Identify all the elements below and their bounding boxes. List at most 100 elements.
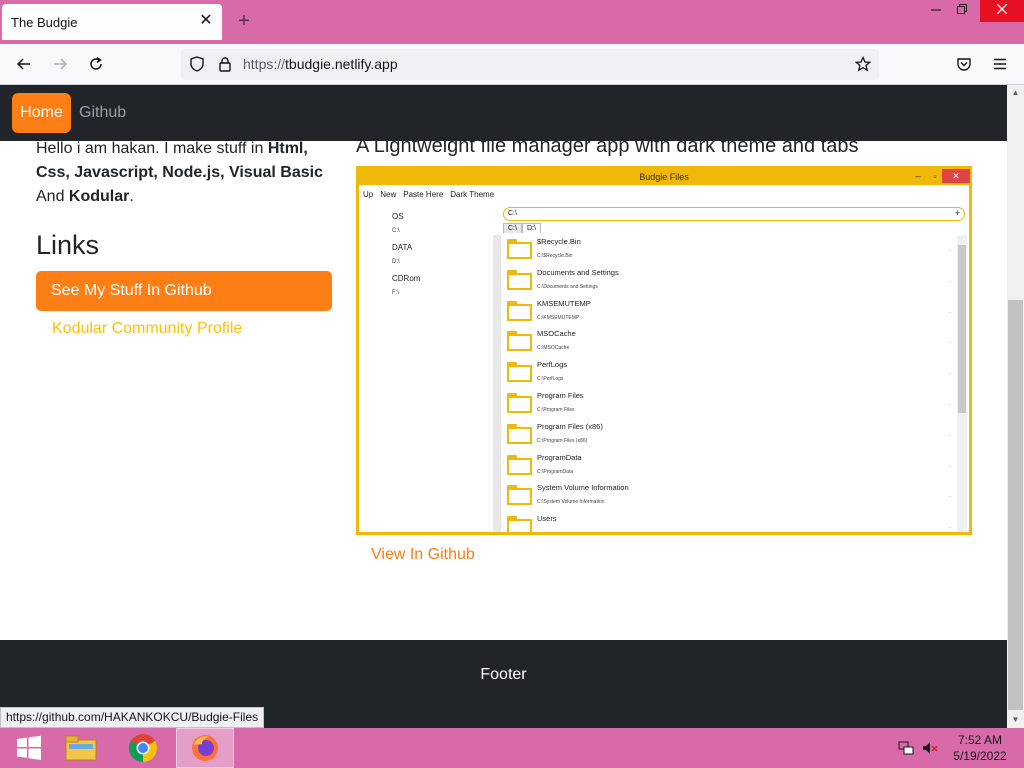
app-tab: C:\: [503, 223, 522, 233]
file-path: C:\Program Files: [537, 406, 575, 413]
app-menu-item: New: [380, 190, 397, 199]
hamburger-menu-icon[interactable]: [988, 52, 1012, 76]
app-file-list: $Recycle.Bin C:\$Recycle.Bin. Documents an…: [493, 235, 963, 532]
new-tab-button[interactable]: +: [233, 10, 255, 32]
file-more-icon: .: [949, 430, 951, 438]
intro-kodular: Kodular: [68, 188, 130, 205]
app-path-field: C:\ +: [503, 207, 965, 221]
kodular-profile-link[interactable]: Kodular Community Profile: [52, 320, 242, 338]
file-name: Program Files: [537, 390, 584, 400]
lock-icon[interactable]: [213, 52, 237, 76]
intro-line: Hello i am hakan. I make stuff in: [36, 140, 268, 157]
start-button[interactable]: [0, 728, 58, 768]
pocket-icon[interactable]: [952, 52, 976, 76]
reload-icon[interactable]: [84, 52, 108, 76]
app-scroll-thumb: [958, 245, 966, 413]
file-more-icon: .: [949, 369, 951, 377]
app-menu-item: Dark Theme: [450, 190, 495, 199]
url-text[interactable]: https://tbudgie.netlify.app: [243, 56, 398, 72]
browser-nav-bar: https://tbudgie.netlify.app: [0, 44, 1024, 85]
page-scrollbar[interactable]: ▲ ▼: [1007, 85, 1024, 728]
nav-github-link[interactable]: Github: [79, 93, 126, 133]
intro-period: .: [129, 188, 134, 205]
file-path: C:\System Volume Information: [537, 499, 605, 506]
url-host: tbudgie.netlify.app: [285, 56, 398, 72]
see-github-button[interactable]: See My Stuff In Github: [36, 271, 332, 311]
file-name: KMSEMUTEMP: [537, 298, 591, 308]
web-page: Home Github Hello i am hakan. I make stu…: [0, 85, 1007, 728]
browser-title-bar: The Budgie ✕ +: [0, 0, 1024, 44]
folder-icon: [507, 392, 532, 413]
restore-window-button[interactable]: [946, 0, 978, 22]
file-path: C:\$Recycle.Bin: [537, 253, 573, 259]
folder-icon: [507, 362, 532, 383]
tab-title: The Budgie: [11, 14, 78, 30]
folder-icon: [507, 454, 532, 475]
system-clock[interactable]: 7:52 AM 5/19/2022: [948, 732, 1012, 764]
app-drive-list: OS C:\ DATA D:\ CDRom F:\: [392, 209, 420, 301]
file-more-icon: .: [949, 276, 951, 284]
scrollbar-thumb[interactable]: [1008, 300, 1023, 710]
file-more-icon: .: [949, 399, 951, 407]
firefox-taskbar-icon[interactable]: [176, 728, 234, 768]
forward-arrow-icon[interactable]: [48, 52, 72, 76]
scroll-down-arrow-icon[interactable]: ▼: [1007, 712, 1024, 728]
app-menu-bar: Up New Paste Here Dark Theme: [363, 190, 501, 199]
file-explorer-taskbar-icon[interactable]: [52, 728, 110, 768]
project-title: A Lightweight file manager app with dark…: [356, 135, 859, 157]
nav-home-link[interactable]: Home: [12, 93, 71, 133]
app-window-title: Budgie Files: [359, 169, 969, 185]
view-in-github-link[interactable]: View In Github: [371, 546, 475, 564]
file-path: C:\Documents and Settings: [537, 283, 598, 290]
app-menu-item: Paste Here: [403, 190, 444, 199]
link-status-bar: https://github.com/HAKANKOKCU/Budgie-Fil…: [0, 707, 265, 728]
drive-path: C:\: [392, 228, 400, 235]
url-bar[interactable]: https://tbudgie.netlify.app: [181, 49, 879, 80]
folder-icon: [507, 423, 532, 444]
file-path: C:\MSOCache: [537, 345, 570, 352]
folder-icon: [507, 516, 532, 532]
links-heading: Links: [36, 230, 100, 260]
drive-path: F:\: [392, 290, 399, 297]
app-menu-item: Up: [363, 190, 374, 199]
browser-tab[interactable]: The Budgie ✕: [2, 4, 222, 40]
app-file-row: Program Files (x86) C:\Program Files (x86…: [501, 420, 963, 451]
folder-icon: [507, 239, 532, 259]
scroll-up-arrow-icon[interactable]: ▲: [1007, 85, 1024, 101]
file-path: C:\Program Files (x86): [537, 437, 588, 444]
app-path-value: C:\: [508, 210, 517, 217]
network-icon[interactable]: [898, 740, 914, 756]
drive-label: DATA: [392, 242, 413, 252]
app-file-row: $Recycle.Bin C:\$Recycle.Bin.: [501, 235, 963, 266]
tracking-shield-icon[interactable]: [185, 52, 209, 76]
file-name: Users: [537, 514, 557, 524]
drive-label: CDRom: [392, 273, 421, 283]
clock-date: 5/19/2022: [953, 749, 1007, 763]
file-path: C:\KMSEMUTEMP: [537, 314, 580, 321]
folder-icon: [507, 331, 532, 352]
app-file-row: Program Files C:\Program Files.: [501, 389, 963, 420]
app-file-row: PerfLogs C:\PerfLogs.: [501, 358, 963, 389]
file-more-icon: .: [949, 523, 951, 531]
file-more-icon: .: [949, 492, 951, 500]
file-more-icon: .: [949, 307, 951, 315]
close-tab-icon[interactable]: ✕: [198, 13, 214, 29]
footer-text: Footer: [480, 666, 527, 683]
file-name: ProgramData: [537, 452, 582, 462]
app-tabs: C:\ D:\: [503, 223, 541, 233]
file-more-icon: .: [949, 246, 951, 253]
volume-muted-icon[interactable]: [922, 740, 938, 756]
app-plus-icon: +: [954, 208, 960, 218]
drive-label: OS: [392, 212, 404, 221]
back-arrow-icon[interactable]: [12, 52, 36, 76]
close-window-button[interactable]: [980, 0, 1024, 22]
chrome-taskbar-icon[interactable]: [114, 728, 172, 768]
folder-icon: [507, 300, 532, 321]
folder-icon: [507, 485, 532, 506]
app-file-row: KMSEMUTEMP C:\KMSEMUTEMP.: [501, 297, 963, 328]
folder-icon: [507, 269, 532, 290]
file-path: C:\PerfLogs: [537, 376, 564, 383]
bookmark-star-icon[interactable]: [851, 52, 875, 76]
clock-time: 7:52 AM: [957, 733, 1003, 747]
taskbar: 7:52 AM 5/19/2022: [0, 728, 1024, 768]
